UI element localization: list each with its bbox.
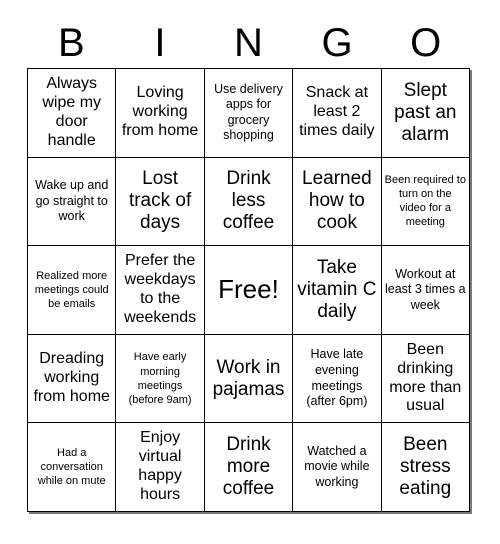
bingo-cell[interactable]: Loving working from home [116, 69, 205, 158]
bingo-cell[interactable]: Realized more meetings could be emails [28, 246, 117, 335]
bingo-cell-label: Learned how to cook [302, 168, 372, 234]
bingo-cell-label: Use delivery apps for grocery shopping [214, 81, 283, 143]
bingo-card: B I N G O Always wipe my door handle Lovi… [0, 0, 500, 544]
bingo-cell[interactable]: Lost track of days [116, 157, 205, 247]
bingo-cell-label: Wake up and go straight to work [35, 177, 109, 224]
bingo-cell[interactable]: Workout at least 3 times a week [381, 246, 470, 335]
bingo-cell[interactable]: Slept past an alarm [381, 69, 470, 158]
bingo-cell-label: Drink more coffee [222, 434, 275, 500]
bingo-cell[interactable]: Been stress eating [381, 423, 470, 512]
bingo-cell[interactable]: Snack at least 2 times daily [293, 69, 382, 158]
bingo-cell-label: Been stress eating [399, 434, 452, 500]
bingo-cell-label: Workout at least 3 times a week [385, 266, 466, 312]
bingo-cell[interactable]: Always wipe my door handle [28, 69, 117, 158]
bingo-cell[interactable]: Have late evening meetings (after 6pm) [293, 334, 382, 424]
bingo-cell[interactable]: Had a conversation while on mute [28, 423, 117, 512]
bingo-cell-label: Been drinking more than usual [389, 340, 462, 415]
bingo-cell[interactable]: Work in pajamas [204, 334, 294, 424]
bingo-cell-label: Realized more meetings could be emails [34, 269, 109, 311]
header-letter-o: O [410, 21, 442, 65]
bingo-cell-label: Prefer the weekdays to the weekends [124, 252, 197, 326]
bingo-cell-label: Slept past an alarm [394, 79, 457, 145]
bingo-cell[interactable]: Watched a movie while working [293, 423, 382, 512]
bingo-cell-label: Snack at least 2 times daily [299, 84, 375, 140]
bingo-cell-label: Had a conversation while on mute [37, 447, 106, 488]
bingo-cell-label: Take vitamin C daily [297, 256, 377, 322]
bingo-grid: Always wipe my door handle Loving working… [27, 68, 470, 512]
bingo-cell-label: Always wipe my door handle [42, 75, 102, 149]
bingo-cell[interactable]: Use delivery apps for grocery shopping [204, 69, 294, 158]
bingo-cell-label: Free! [218, 274, 279, 305]
bingo-cell[interactable]: Enjoy virtual happy hours [116, 423, 205, 512]
header-letter-i: I [154, 21, 166, 65]
bingo-cell-label: Drink less coffee [222, 168, 275, 234]
bingo-cell[interactable]: Been drinking more than usual [381, 334, 470, 424]
bingo-cell[interactable]: Prefer the weekdays to the weekends [116, 246, 205, 335]
bingo-cell-label: Enjoy virtual happy hours [138, 429, 182, 504]
header-letter-g: G [321, 21, 353, 65]
bingo-cell[interactable]: Learned how to cook [293, 157, 382, 247]
header-letter-b: B [57, 21, 85, 65]
bingo-cell[interactable]: Dreading working from home [28, 334, 117, 424]
bingo-cell-label: Have late evening meetings (after 6pm) [306, 347, 368, 409]
bingo-cell-label: Work in pajamas [212, 356, 285, 400]
bingo-cell-label: Been required to turn on the video for a… [384, 174, 466, 229]
bingo-cell[interactable]: Drink more coffee [204, 423, 294, 512]
bingo-cell[interactable]: Take vitamin C daily [293, 246, 382, 335]
bingo-cell[interactable]: Drink less coffee [204, 157, 294, 247]
bingo-header: B I N G O [27, 18, 470, 68]
bingo-cell[interactable]: Free! [204, 246, 294, 335]
bingo-cell-label: Loving working from home [121, 84, 199, 140]
bingo-cell[interactable]: Have early morning meetings (before 9am) [116, 334, 205, 424]
bingo-cell-label: Have early morning meetings (before 9am) [128, 351, 192, 406]
bingo-cell[interactable]: Wake up and go straight to work [28, 157, 117, 247]
bingo-cell-label: Watched a movie while working [304, 443, 370, 489]
bingo-cell-label: Lost track of days [128, 168, 192, 234]
header-letter-n: N [234, 21, 263, 65]
bingo-cell-label: Dreading working from home [33, 350, 110, 406]
bingo-cell[interactable]: Been required to turn on the video for a… [381, 157, 470, 247]
